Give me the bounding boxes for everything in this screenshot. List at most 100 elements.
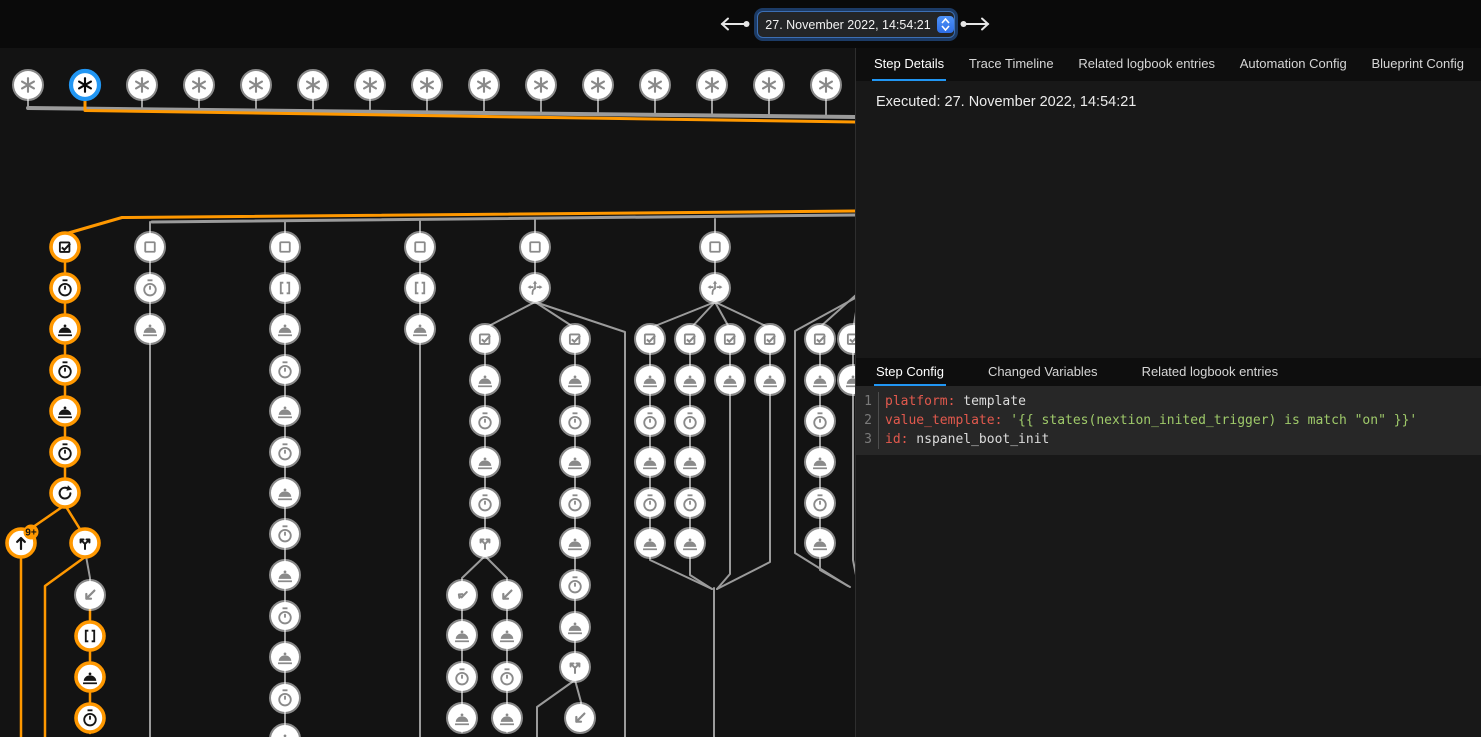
graph-node-timer[interactable] [271, 438, 299, 466]
graph-node-room-service[interactable] [448, 704, 476, 732]
select-stepper-icon[interactable] [937, 16, 954, 33]
graph-node-room-service[interactable] [561, 366, 589, 394]
graph-node-checkbox-marked[interactable] [716, 325, 744, 353]
graph-node-checkbox-blank[interactable] [271, 233, 299, 261]
graph-node-checkbox-marked[interactable] [471, 325, 499, 353]
graph-node-asterisk[interactable] [812, 71, 840, 99]
graph-node-room-service[interactable] [716, 366, 744, 394]
graph-node-timer[interactable] [493, 663, 521, 691]
graph-node-asterisk[interactable] [14, 71, 42, 99]
graph-node-checkbox-marked[interactable] [806, 325, 834, 353]
graph-node-room-service[interactable] [839, 366, 855, 394]
graph-node-timer[interactable] [806, 489, 834, 517]
graph-node-asterisk[interactable] [584, 71, 612, 99]
graph-node-check-arrow[interactable] [448, 581, 476, 609]
graph-node-room-service[interactable] [271, 643, 299, 671]
graph-node-room-service[interactable] [271, 479, 299, 507]
tab-blueprint-config[interactable]: Blueprint Config [1369, 48, 1466, 81]
next-trace-button[interactable] [958, 15, 992, 33]
graph-node-timer[interactable] [636, 489, 664, 517]
graph-node-checkbox-blank[interactable] [701, 233, 729, 261]
graph-node-timer[interactable] [448, 663, 476, 691]
graph-node-arrow-bottom-left[interactable] [76, 581, 104, 609]
graph-node-arrow-up[interactable]: 9+ [7, 525, 39, 558]
graph-node-asterisk[interactable] [299, 71, 327, 99]
graph-node-timer[interactable] [51, 356, 79, 384]
graph-node-asterisk[interactable] [242, 71, 270, 99]
graph-node-room-service[interactable] [806, 366, 834, 394]
graph-node-asterisk[interactable] [698, 71, 726, 99]
graph-node-call-split[interactable] [561, 653, 589, 681]
graph-node-code-brackets[interactable] [76, 622, 104, 650]
graph-node-checkbox-marked[interactable] [839, 325, 855, 353]
graph-node-room-service[interactable] [51, 315, 79, 343]
graph-node-room-service[interactable] [471, 448, 499, 476]
graph-node-call-split[interactable] [71, 529, 99, 557]
graph-node-code-brackets[interactable] [406, 274, 434, 302]
graph-node-asterisk[interactable] [413, 71, 441, 99]
graph-node-asterisk[interactable] [527, 71, 555, 99]
graph-node-checkbox-blank[interactable] [521, 233, 549, 261]
graph-node-room-service[interactable] [406, 315, 434, 343]
graph-node-timer[interactable] [271, 356, 299, 384]
graph-node-room-service[interactable] [271, 397, 299, 425]
graph-node-timer[interactable] [561, 489, 589, 517]
graph-node-call-split[interactable] [471, 529, 499, 557]
graph-node-timer[interactable] [561, 571, 589, 599]
graph-node-room-service[interactable] [636, 529, 664, 557]
previous-trace-button[interactable] [718, 15, 752, 33]
graph-node-room-service[interactable] [806, 448, 834, 476]
tab-automation-config[interactable]: Automation Config [1238, 48, 1349, 81]
graph-node-timer[interactable] [806, 407, 834, 435]
code-editor[interactable]: 1platform: template2value_template: '{{ … [856, 386, 1481, 455]
graph-node-refresh[interactable] [51, 479, 79, 507]
graph-node-room-service[interactable] [756, 366, 784, 394]
graph-node-asterisk[interactable] [71, 71, 99, 99]
graph-node-arrow-bottom-left[interactable] [493, 581, 521, 609]
graph-node-room-service[interactable] [561, 529, 589, 557]
graph-node-arrow-decision[interactable] [521, 274, 549, 302]
graph-node-room-service[interactable] [676, 529, 704, 557]
graph-node-room-service[interactable] [271, 315, 299, 343]
tab-step-config[interactable]: Step Config [874, 358, 946, 386]
graph-node-checkbox-marked[interactable] [756, 325, 784, 353]
graph-node-timer[interactable] [136, 274, 164, 302]
graph-node-timer[interactable] [51, 274, 79, 302]
graph-node-room-service[interactable] [271, 561, 299, 589]
graph-node-asterisk[interactable] [755, 71, 783, 99]
graph-node-checkbox-marked[interactable] [561, 325, 589, 353]
graph-node-asterisk[interactable] [470, 71, 498, 99]
graph-node-room-service[interactable] [561, 448, 589, 476]
graph-node-arrow-decision[interactable] [701, 274, 729, 302]
graph-node-room-service[interactable] [561, 613, 589, 641]
graph-node-room-service[interactable] [636, 366, 664, 394]
graph-node-room-service[interactable] [676, 448, 704, 476]
tab-related-logbook-entries[interactable]: Related logbook entries [1076, 48, 1217, 81]
graph-node-room-service[interactable] [493, 621, 521, 649]
graph-node-asterisk[interactable] [128, 71, 156, 99]
graph-node-checkbox-marked[interactable] [51, 233, 79, 261]
graph-node-asterisk[interactable] [641, 71, 669, 99]
graph-node-room-service[interactable] [51, 397, 79, 425]
tab-step-related-logbook[interactable]: Related logbook entries [1140, 358, 1281, 386]
graph-node-checkbox-blank[interactable] [136, 233, 164, 261]
graph-node-room-service[interactable] [448, 621, 476, 649]
graph-node-room-service[interactable] [271, 725, 299, 737]
tab-trace-timeline[interactable]: Trace Timeline [967, 48, 1056, 81]
graph-node-timer[interactable] [271, 602, 299, 630]
trace-timestamp-select[interactable]: 27. November 2022, 14:54:21 [757, 11, 955, 38]
graph-node-asterisk[interactable] [356, 71, 384, 99]
graph-node-asterisk[interactable] [185, 71, 213, 99]
graph-node-timer[interactable] [51, 438, 79, 466]
graph-node-timer[interactable] [561, 407, 589, 435]
graph-node-room-service[interactable] [493, 704, 521, 732]
graph-node-room-service[interactable] [471, 366, 499, 394]
graph-node-room-service[interactable] [636, 448, 664, 476]
tab-changed-variables[interactable]: Changed Variables [986, 358, 1100, 386]
graph-node-arrow-bottom-left[interactable] [566, 704, 594, 732]
graph-node-timer[interactable] [471, 489, 499, 517]
graph-node-room-service[interactable] [76, 663, 104, 691]
graph-node-timer[interactable] [676, 489, 704, 517]
graph-node-timer[interactable] [636, 407, 664, 435]
graph-node-checkbox-marked[interactable] [636, 325, 664, 353]
